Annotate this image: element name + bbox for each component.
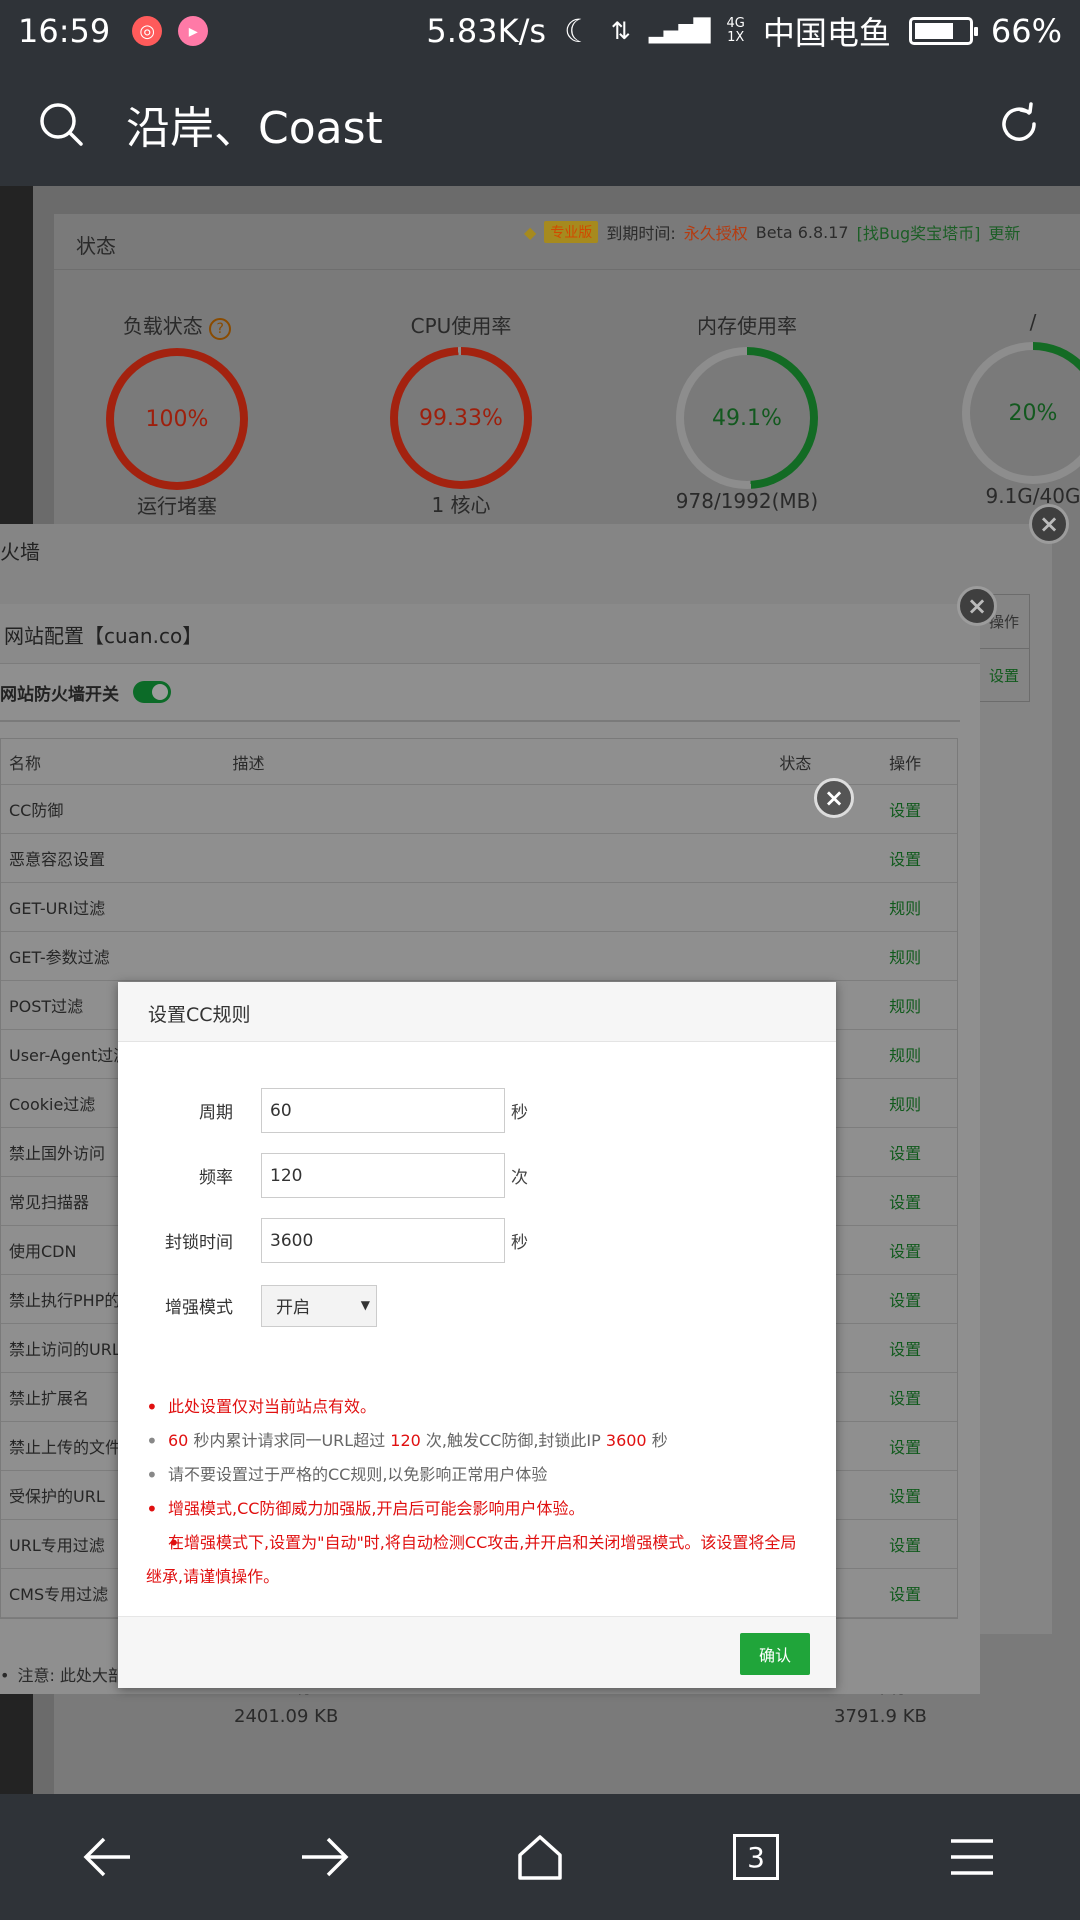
status-title: 状态 bbox=[76, 234, 116, 258]
table-header: 名称 描述 状态 操作 bbox=[1, 739, 957, 785]
cpu-gauge: CPU使用率 99.33% 1 核心 bbox=[386, 310, 536, 518]
tip-item: 60 秒内累计请求同一URL超过 120 次,触发CC防御,封锁此IP 3600… bbox=[146, 1424, 808, 1458]
close-dialog-icon[interactable]: × bbox=[814, 778, 854, 818]
data-transfer-icon: ⇅ bbox=[610, 17, 631, 45]
dropdown-arrow-icon: ▼ bbox=[360, 1297, 370, 1312]
rule-action-link[interactable]: 规则 bbox=[889, 944, 957, 968]
network-type: 4G 1X bbox=[726, 16, 745, 45]
enhanced-mode-select[interactable]: 开启 ▼ bbox=[261, 1284, 377, 1327]
rule-action-link[interactable]: 设置 bbox=[889, 1385, 957, 1409]
enhanced-mode-row: 增强模式 开启 ▼ bbox=[118, 1273, 836, 1338]
rule-action-link[interactable]: 设置 bbox=[889, 1140, 957, 1164]
rule-name: GET-参数过滤 bbox=[9, 948, 110, 967]
gauge-ring: 99.33% bbox=[390, 347, 532, 489]
table-row: GET-参数过滤 规则 bbox=[1, 932, 957, 981]
frequency-row: 频率 次 bbox=[118, 1143, 836, 1208]
tip-item: 在增强模式下,设置为"自动"时,将自动检测CC攻击,并开启和关闭增强模式。该设置… bbox=[146, 1526, 808, 1594]
browser-toolbar: 沿岸、Coast bbox=[0, 62, 1080, 186]
version-text: Beta 6.8.17 bbox=[755, 222, 849, 242]
back-button[interactable] bbox=[53, 1812, 163, 1902]
close-firewall-icon[interactable]: × bbox=[1029, 504, 1069, 544]
period-row: 周期 秒 bbox=[118, 1078, 836, 1143]
expire-label: 到期时间: bbox=[606, 224, 676, 243]
block-time-input[interactable] bbox=[261, 1218, 505, 1263]
tips-list: 此处设置仅对当前站点有效。 60 秒内累计请求同一URL超过 120 次,触发C… bbox=[146, 1390, 808, 1594]
license-info: ◆ 专业版 到期时间: 永久授权 Beta 6.8.17 [找Bug奖宝塔币] … bbox=[524, 220, 1020, 244]
rule-action-link[interactable]: 设置 bbox=[889, 1483, 957, 1507]
rule-action-link[interactable]: 设置 bbox=[889, 1581, 957, 1605]
menu-icon bbox=[951, 1839, 993, 1875]
dialog-footer: 确认 bbox=[118, 1616, 836, 1688]
update-link[interactable]: 更新 bbox=[988, 220, 1020, 244]
rule-action-link[interactable]: 设置 bbox=[889, 1189, 957, 1213]
web-content: 状态 ◆ 专业版 到期时间: 永久授权 Beta 6.8.17 [找Bug奖宝塔… bbox=[0, 186, 1080, 1794]
refresh-icon[interactable] bbox=[996, 101, 1042, 147]
rule-action-link[interactable]: 规则 bbox=[889, 1091, 957, 1115]
edition-badge: 专业版 bbox=[544, 221, 599, 243]
memory-gauge: 内存使用率 49.1% 978/1992(MB) bbox=[675, 314, 819, 513]
browser-nav-bar: 3 bbox=[0, 1794, 1080, 1920]
frequency-input[interactable] bbox=[261, 1153, 505, 1198]
home-button[interactable] bbox=[485, 1812, 595, 1902]
tip-item: 此处设置仅对当前站点有效。 bbox=[146, 1390, 808, 1424]
rule-action-link[interactable]: 规则 bbox=[889, 993, 957, 1017]
rule-action-link[interactable]: 规则 bbox=[889, 895, 957, 919]
cc-rule-dialog: 设置CC规则 周期 秒 频率 次 封锁时间 秒 增强模式 开启 ▼ bbox=[118, 982, 836, 1688]
gauge-ring: 49.1% bbox=[676, 347, 818, 489]
site-config-title: 网站配置【cuan.co】 bbox=[0, 604, 980, 664]
video-app-icon: ▸ bbox=[178, 16, 209, 46]
expire-value: 永久授权 bbox=[683, 224, 748, 243]
rule-action-link[interactable]: 设置 bbox=[889, 1434, 957, 1458]
battery-level: 66% bbox=[990, 12, 1062, 50]
tip-item: 请不要设置过于严格的CC规则,以免影响正常用户体验 bbox=[146, 1458, 808, 1492]
disk-gauge: / 20% 9.1G/40G bbox=[958, 310, 1080, 508]
signal-icon: ▂▄▆█ bbox=[648, 18, 711, 44]
rule-action-link[interactable]: 设置 bbox=[889, 1532, 957, 1556]
gauge-ring: 20% bbox=[962, 342, 1080, 484]
rule-action-link[interactable]: 设置 bbox=[889, 1336, 957, 1360]
carrier-name: 中国电鱼 bbox=[762, 14, 891, 52]
menu-button[interactable] bbox=[917, 1812, 1027, 1902]
rule-name: GET-URI过滤 bbox=[9, 899, 106, 918]
tip-item: 增强模式,CC防御威力加强版,开启后可能会影响用户体验。 bbox=[146, 1492, 808, 1526]
network-speed: 5.83K/s bbox=[426, 12, 547, 50]
load-gauge: 负载状态 ? 100% 运行堵塞 bbox=[102, 310, 252, 519]
rule-action-link[interactable]: 设置 bbox=[889, 846, 957, 870]
rule-name: CC防御 bbox=[9, 801, 64, 820]
bug-reward-link[interactable]: [找Bug奖宝塔币] bbox=[857, 220, 981, 244]
status-bar: 16:59 ◎ ▸ 5.83K/s ☾ ⇅ ▂▄▆█ 4G 1X 中国电鱼 66% bbox=[0, 0, 1080, 62]
clock: 16:59 bbox=[18, 12, 111, 50]
rule-action-link[interactable]: 设置 bbox=[889, 1287, 957, 1311]
status-header: 状态 ◆ 专业版 到期时间: 永久授权 Beta 6.8.17 [找Bug奖宝塔… bbox=[54, 214, 1080, 270]
close-site-config-icon[interactable]: × bbox=[957, 586, 997, 626]
firewall-title: 火墙 bbox=[0, 540, 40, 564]
tab-count: 3 bbox=[733, 1834, 779, 1880]
home-icon bbox=[518, 1835, 562, 1880]
table-row: GET-URI过滤 规则 bbox=[1, 883, 957, 932]
table-row: 恶意容忍设置 设置 bbox=[1, 834, 957, 883]
block-time-row: 封锁时间 秒 bbox=[118, 1208, 836, 1273]
tabs-button[interactable]: 3 bbox=[701, 1812, 811, 1902]
arrow-right-icon bbox=[302, 1837, 349, 1877]
search-icon[interactable] bbox=[38, 101, 84, 147]
period-input[interactable] bbox=[261, 1088, 505, 1133]
battery-icon bbox=[908, 17, 978, 45]
firewall-toggle[interactable] bbox=[133, 681, 171, 703]
confirm-button[interactable]: 确认 bbox=[740, 1633, 810, 1675]
moon-icon: ☾ bbox=[564, 12, 593, 50]
forward-button[interactable] bbox=[269, 1812, 379, 1902]
rule-action-link[interactable]: 规则 bbox=[889, 1042, 957, 1066]
rule-name: 恶意容忍设置 bbox=[9, 850, 106, 869]
firewall-switch-row: 网站防火墙开关 bbox=[0, 664, 960, 722]
arrow-left-icon bbox=[83, 1837, 130, 1877]
netease-music-icon: ◎ bbox=[132, 16, 163, 46]
page-title[interactable]: 沿岸、Coast bbox=[126, 92, 383, 156]
dialog-title: 设置CC规则 bbox=[118, 982, 836, 1042]
rule-action-link[interactable]: 设置 bbox=[889, 797, 957, 821]
rule-action-link[interactable]: 设置 bbox=[889, 1238, 957, 1262]
help-icon[interactable]: ? bbox=[209, 318, 232, 340]
diamond-icon: ◆ bbox=[524, 222, 537, 242]
gauge-ring: 100% bbox=[106, 348, 248, 490]
